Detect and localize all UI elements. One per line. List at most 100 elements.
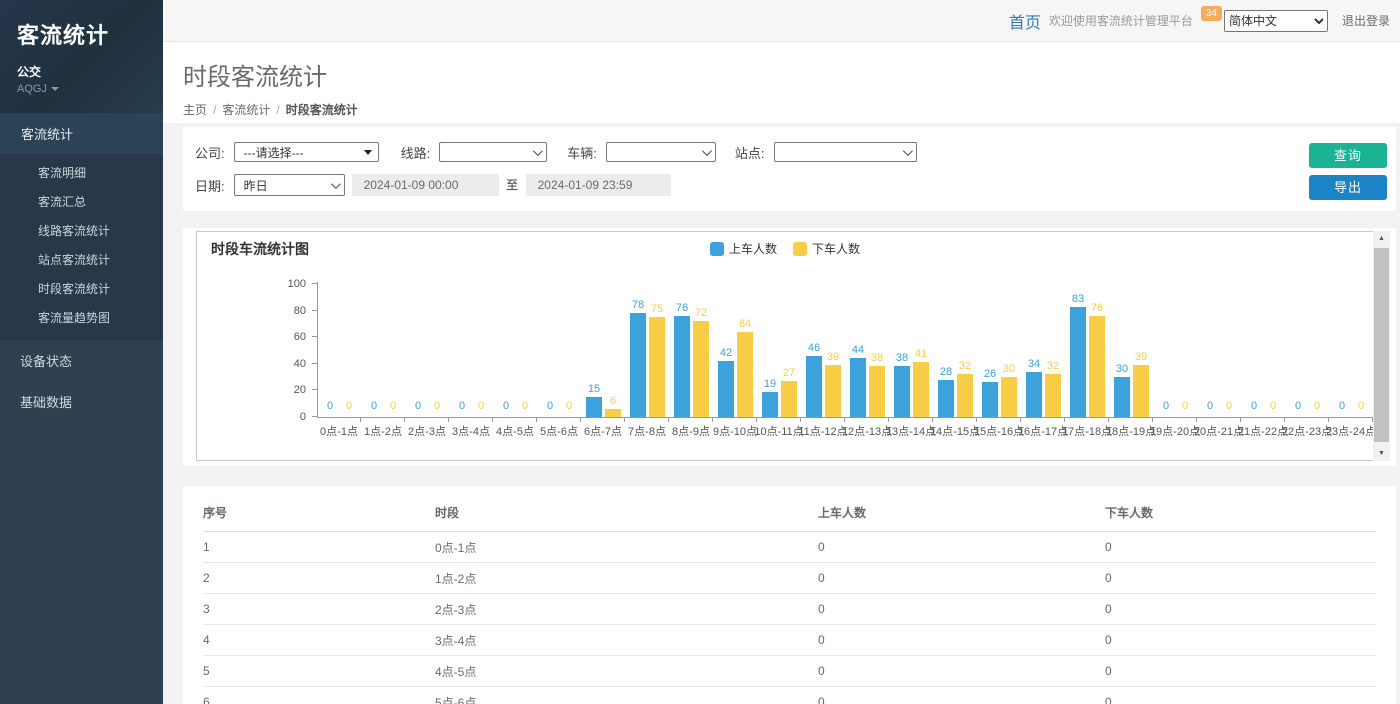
bar — [674, 316, 690, 417]
y-axis-label: 0 — [266, 411, 306, 423]
sidebar-item-客流量趋势图[interactable]: 客流量趋势图 — [0, 303, 163, 332]
col-header-period: 时段 — [435, 494, 818, 532]
bar-group: 00 — [538, 282, 582, 417]
sidebar-item-客流明细[interactable]: 客流明细 — [0, 158, 163, 187]
chart: 时段车流统计图 上车人数 下车人数 020406080100 000000000… — [196, 231, 1374, 461]
x-axis-labels: 0点-1点1点-2点2点-3点3点-4点4点-5点5点-6点6点-7点7点-8点… — [317, 423, 1373, 439]
breadcrumb-home[interactable]: 主页 — [183, 103, 207, 117]
table-cell: 2 — [203, 563, 435, 594]
x-axis-tick — [757, 418, 801, 422]
table-cell: 0 — [818, 532, 1105, 563]
col-header-boarding: 上车人数 — [818, 494, 1105, 532]
x-axis-label: 17点-18点 — [1065, 423, 1109, 439]
x-axis-tick — [669, 418, 713, 422]
export-button[interactable]: 导出 — [1309, 175, 1387, 200]
scroll-down-arrow-icon[interactable]: ▼ — [1373, 446, 1390, 461]
x-axis-label: 6点-7点 — [581, 423, 625, 439]
x-axis-tick — [1109, 418, 1153, 422]
sidebar-submenu: 客流明细客流汇总线路客流统计站点客流统计时段客流统计客流量趋势图 — [0, 154, 163, 340]
bar — [737, 332, 753, 417]
chart-panel: 时段车流统计图 上车人数 下车人数 020406080100 000000000… — [183, 228, 1396, 466]
col-header-alighting: 下车人数 — [1105, 494, 1376, 532]
bar-group: 7672 — [670, 282, 714, 417]
language-select[interactable]: 简体中文 — [1224, 10, 1328, 32]
scroll-thumb[interactable] — [1374, 248, 1389, 442]
date-preset-select[interactable]: 昨日 — [234, 174, 345, 196]
table-row: 10点-1点00 — [203, 532, 1376, 563]
line-select[interactable] — [439, 142, 547, 162]
sidebar-item-时段客流统计[interactable]: 时段客流统计 — [0, 274, 163, 303]
table-cell: 0 — [818, 563, 1105, 594]
bar-value-label: 39 — [1126, 351, 1156, 363]
x-axis-tick — [449, 418, 493, 422]
sidebar-item-客流统计[interactable]: 客流统计 — [0, 113, 163, 154]
table-cell: 0 — [1105, 656, 1376, 687]
x-axis-ticks — [317, 418, 1373, 422]
bar — [1070, 307, 1086, 417]
sidebar-item-基础数据[interactable]: 基础数据 — [0, 381, 163, 422]
org-code-dropdown[interactable]: AQGJ — [17, 83, 163, 95]
table-cell: 0 — [1105, 687, 1376, 704]
legend-item-boarding[interactable]: 上车人数 — [710, 240, 777, 257]
bar — [605, 409, 621, 417]
bar — [649, 317, 665, 417]
y-axis-label: 20 — [266, 384, 306, 396]
sidebar-item-站点客流统计[interactable]: 站点客流统计 — [0, 245, 163, 274]
org-name: 公交 — [17, 63, 163, 80]
bar — [894, 366, 910, 417]
table-cell: 0 — [1105, 563, 1376, 594]
bar — [1133, 365, 1149, 417]
sidebar-item-线路客流统计[interactable]: 线路客流统计 — [0, 216, 163, 245]
breadcrumb-section[interactable]: 客流统计 — [222, 103, 270, 117]
x-axis-label: 9点-10点 — [713, 423, 757, 439]
table-cell: 0 — [818, 594, 1105, 625]
bar — [938, 380, 954, 417]
company-select[interactable]: ---请选择--- — [234, 142, 379, 162]
date-from-input[interactable]: 2024-01-09 00:00 — [352, 174, 499, 196]
sidebar-item-客流汇总[interactable]: 客流汇总 — [0, 187, 163, 216]
x-axis-tick — [1285, 418, 1329, 422]
bar-group: 4264 — [714, 282, 758, 417]
table-row: 43点-4点00 — [203, 625, 1376, 656]
sidebar-item-设备状态[interactable]: 设备状态 — [0, 340, 163, 381]
table-cell: 3 — [203, 594, 435, 625]
vehicle-select[interactable] — [606, 142, 716, 162]
scroll-up-arrow-icon[interactable]: ▲ — [1373, 231, 1390, 246]
welcome-text: 欢迎使用客流统计管理平台 — [1049, 12, 1193, 29]
x-axis-tick — [713, 418, 757, 422]
legend-item-alighting[interactable]: 下车人数 — [793, 240, 860, 257]
bar — [630, 313, 646, 417]
bar-group: 4639 — [802, 282, 846, 417]
bar-group: 1927 — [758, 282, 802, 417]
chart-scrollbar[interactable]: ▲ ▼ — [1373, 231, 1390, 461]
bar-value-label: 76 — [1082, 302, 1112, 314]
table-cell: 0点-1点 — [435, 532, 818, 563]
table-cell: 1 — [203, 532, 435, 563]
table-row: 21点-2点00 — [203, 563, 1376, 594]
home-link[interactable]: 首页 — [1009, 9, 1041, 33]
x-axis-label: 4点-5点 — [493, 423, 537, 439]
x-axis-label: 1点-2点 — [361, 423, 405, 439]
content-area: 公司: ---请选择--- 线路: 车辆: 站点: — [163, 123, 1400, 704]
breadcrumb-separator: / — [213, 103, 216, 117]
breadcrumb-current: 时段客流统计 — [286, 103, 358, 117]
bar — [781, 381, 797, 417]
filter-row-1: 公司: ---请选择--- 线路: 车辆: 站点: — [195, 142, 1396, 162]
bar — [825, 365, 841, 417]
x-axis-tick — [581, 418, 625, 422]
query-button[interactable]: 查询 — [1309, 143, 1387, 168]
date-to-input[interactable]: 2024-01-09 23:59 — [526, 174, 671, 196]
caret-down-icon — [51, 87, 59, 91]
bar-value-label: 41 — [906, 348, 936, 360]
bar-value-label: 64 — [730, 318, 760, 330]
legend-label: 上车人数 — [729, 240, 777, 257]
bar — [1089, 316, 1105, 417]
x-axis-tick — [845, 418, 889, 422]
bar — [957, 374, 973, 417]
x-axis-label: 20点-21点 — [1197, 423, 1241, 439]
bar-value-label: 15 — [579, 383, 609, 395]
logout-link[interactable]: 退出登录 — [1342, 12, 1390, 29]
app-brand: 客流统计 — [17, 18, 163, 50]
station-select[interactable] — [774, 142, 917, 162]
bar-value-label: 0 — [554, 400, 584, 412]
